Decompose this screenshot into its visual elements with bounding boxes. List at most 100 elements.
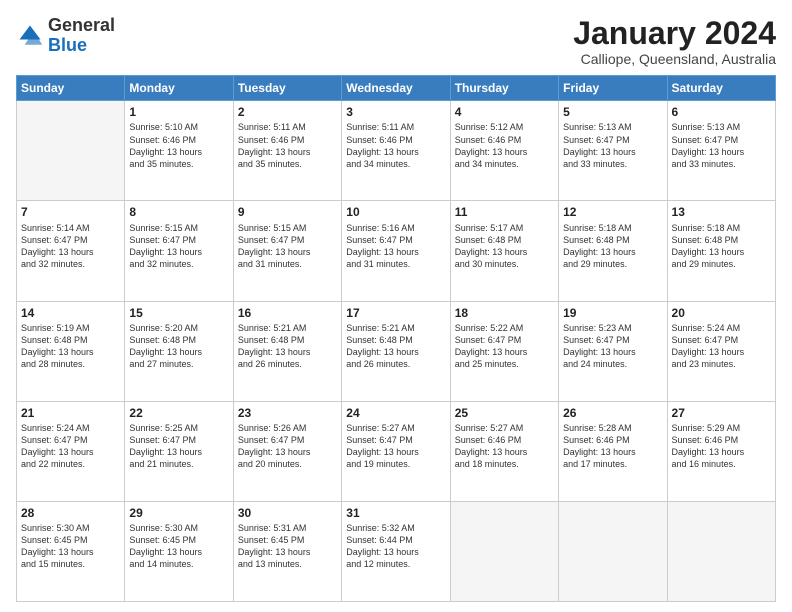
day-number: 21 bbox=[21, 405, 120, 421]
calendar-cell: 14Sunrise: 5:19 AM Sunset: 6:48 PM Dayli… bbox=[17, 301, 125, 401]
calendar-cell: 31Sunrise: 5:32 AM Sunset: 6:44 PM Dayli… bbox=[342, 501, 450, 601]
page: General Blue January 2024 Calliope, Quee… bbox=[0, 0, 792, 612]
calendar-cell: 8 Sunrise: 5:15 AM Sunset: 6:47 PM Daylig… bbox=[125, 201, 233, 301]
day-number: 4 bbox=[455, 104, 554, 120]
cell-info: Sunrise: 5:10 AM Sunset: 6:46 PM Dayligh… bbox=[129, 121, 228, 170]
day-number: 9 bbox=[238, 204, 337, 220]
calendar-cell: 20Sunrise: 5:24 AM Sunset: 6:47 PM Dayli… bbox=[667, 301, 775, 401]
day-number: 14 bbox=[21, 305, 120, 321]
logo-blue: Blue bbox=[48, 35, 87, 55]
title-block: January 2024 Calliope, Queensland, Austr… bbox=[573, 16, 776, 67]
day-number: 17 bbox=[346, 305, 445, 321]
calendar-cell: 25Sunrise: 5:27 AM Sunset: 6:46 PM Dayli… bbox=[450, 401, 558, 501]
calendar-cell: 9 Sunrise: 5:15 AM Sunset: 6:47 PM Daylig… bbox=[233, 201, 341, 301]
cell-info: Sunrise: 5:11 AM Sunset: 6:46 PM Dayligh… bbox=[346, 121, 445, 170]
week-row-4: 28Sunrise: 5:30 AM Sunset: 6:45 PM Dayli… bbox=[17, 501, 776, 601]
day-number: 13 bbox=[672, 204, 771, 220]
day-number: 30 bbox=[238, 505, 337, 521]
header: General Blue January 2024 Calliope, Quee… bbox=[16, 16, 776, 67]
day-number: 24 bbox=[346, 405, 445, 421]
week-row-2: 14Sunrise: 5:19 AM Sunset: 6:48 PM Dayli… bbox=[17, 301, 776, 401]
day-number: 15 bbox=[129, 305, 228, 321]
cell-info: Sunrise: 5:11 AM Sunset: 6:46 PM Dayligh… bbox=[238, 121, 337, 170]
cell-info: Sunrise: 5:13 AM Sunset: 6:47 PM Dayligh… bbox=[563, 121, 662, 170]
logo-general: General bbox=[48, 15, 115, 35]
day-number: 7 bbox=[21, 204, 120, 220]
day-number: 1 bbox=[129, 104, 228, 120]
cell-info: Sunrise: 5:28 AM Sunset: 6:46 PM Dayligh… bbox=[563, 422, 662, 471]
day-header-saturday: Saturday bbox=[667, 76, 775, 101]
day-number: 5 bbox=[563, 104, 662, 120]
cell-info: Sunrise: 5:31 AM Sunset: 6:45 PM Dayligh… bbox=[238, 522, 337, 571]
cell-info: Sunrise: 5:24 AM Sunset: 6:47 PM Dayligh… bbox=[21, 422, 120, 471]
calendar-cell: 10 Sunrise: 5:16 AM Sunset: 6:47 PM Dayli… bbox=[342, 201, 450, 301]
calendar-cell: 2Sunrise: 5:11 AM Sunset: 6:46 PM Daylig… bbox=[233, 101, 341, 201]
calendar-cell: 6Sunrise: 5:13 AM Sunset: 6:47 PM Daylig… bbox=[667, 101, 775, 201]
day-number: 18 bbox=[455, 305, 554, 321]
day-number: 11 bbox=[455, 204, 554, 220]
day-number: 22 bbox=[129, 405, 228, 421]
calendar-cell bbox=[667, 501, 775, 601]
logo-text: General Blue bbox=[48, 16, 115, 56]
cell-info: Sunrise: 5:18 AM Sunset: 6:48 PM Dayligh… bbox=[672, 222, 771, 271]
month-year: January 2024 bbox=[573, 16, 776, 51]
calendar-cell: 12Sunrise: 5:18 AM Sunset: 6:48 PM Dayli… bbox=[559, 201, 667, 301]
day-number: 3 bbox=[346, 104, 445, 120]
day-header-friday: Friday bbox=[559, 76, 667, 101]
location: Calliope, Queensland, Australia bbox=[573, 51, 776, 67]
calendar-cell: 24Sunrise: 5:27 AM Sunset: 6:47 PM Dayli… bbox=[342, 401, 450, 501]
day-header-tuesday: Tuesday bbox=[233, 76, 341, 101]
day-header-wednesday: Wednesday bbox=[342, 76, 450, 101]
day-number: 19 bbox=[563, 305, 662, 321]
logo-icon bbox=[16, 22, 44, 50]
cell-info: Sunrise: 5:27 AM Sunset: 6:47 PM Dayligh… bbox=[346, 422, 445, 471]
day-header-sunday: Sunday bbox=[17, 76, 125, 101]
calendar-cell: 4Sunrise: 5:12 AM Sunset: 6:46 PM Daylig… bbox=[450, 101, 558, 201]
cell-info: Sunrise: 5:18 AM Sunset: 6:48 PM Dayligh… bbox=[563, 222, 662, 271]
cell-info: Sunrise: 5:19 AM Sunset: 6:48 PM Dayligh… bbox=[21, 322, 120, 371]
calendar-cell bbox=[559, 501, 667, 601]
week-row-1: 7 Sunrise: 5:14 AM Sunset: 6:47 PM Daylig… bbox=[17, 201, 776, 301]
day-number: 8 bbox=[129, 204, 228, 220]
cell-info: Sunrise: 5:16 AM Sunset: 6:47 PM Dayligh… bbox=[346, 222, 445, 271]
calendar-header-row: SundayMondayTuesdayWednesdayThursdayFrid… bbox=[17, 76, 776, 101]
cell-info: Sunrise: 5:30 AM Sunset: 6:45 PM Dayligh… bbox=[21, 522, 120, 571]
day-header-thursday: Thursday bbox=[450, 76, 558, 101]
calendar-cell: 26Sunrise: 5:28 AM Sunset: 6:46 PM Dayli… bbox=[559, 401, 667, 501]
cell-info: Sunrise: 5:24 AM Sunset: 6:47 PM Dayligh… bbox=[672, 322, 771, 371]
day-number: 29 bbox=[129, 505, 228, 521]
day-number: 2 bbox=[238, 104, 337, 120]
calendar-cell: 15Sunrise: 5:20 AM Sunset: 6:48 PM Dayli… bbox=[125, 301, 233, 401]
cell-info: Sunrise: 5:32 AM Sunset: 6:44 PM Dayligh… bbox=[346, 522, 445, 571]
cell-info: Sunrise: 5:23 AM Sunset: 6:47 PM Dayligh… bbox=[563, 322, 662, 371]
calendar-table: SundayMondayTuesdayWednesdayThursdayFrid… bbox=[16, 75, 776, 602]
cell-info: Sunrise: 5:15 AM Sunset: 6:47 PM Dayligh… bbox=[129, 222, 228, 271]
cell-info: Sunrise: 5:21 AM Sunset: 6:48 PM Dayligh… bbox=[238, 322, 337, 371]
calendar-cell: 13 Sunrise: 5:18 AM Sunset: 6:48 PM Dayli… bbox=[667, 201, 775, 301]
calendar-cell: 16Sunrise: 5:21 AM Sunset: 6:48 PM Dayli… bbox=[233, 301, 341, 401]
cell-info: Sunrise: 5:17 AM Sunset: 6:48 PM Dayligh… bbox=[455, 222, 554, 271]
calendar-cell: 17Sunrise: 5:21 AM Sunset: 6:48 PM Dayli… bbox=[342, 301, 450, 401]
cell-info: Sunrise: 5:12 AM Sunset: 6:46 PM Dayligh… bbox=[455, 121, 554, 170]
day-number: 28 bbox=[21, 505, 120, 521]
calendar-cell: 23Sunrise: 5:26 AM Sunset: 6:47 PM Dayli… bbox=[233, 401, 341, 501]
logo: General Blue bbox=[16, 16, 115, 56]
cell-info: Sunrise: 5:14 AM Sunset: 6:47 PM Dayligh… bbox=[21, 222, 120, 271]
day-number: 31 bbox=[346, 505, 445, 521]
day-number: 20 bbox=[672, 305, 771, 321]
day-number: 26 bbox=[563, 405, 662, 421]
calendar-cell: 22Sunrise: 5:25 AM Sunset: 6:47 PM Dayli… bbox=[125, 401, 233, 501]
day-number: 27 bbox=[672, 405, 771, 421]
calendar-cell bbox=[17, 101, 125, 201]
day-number: 6 bbox=[672, 104, 771, 120]
calendar-cell: 27Sunrise: 5:29 AM Sunset: 6:46 PM Dayli… bbox=[667, 401, 775, 501]
calendar-cell bbox=[450, 501, 558, 601]
calendar-cell: 11 Sunrise: 5:17 AM Sunset: 6:48 PM Dayli… bbox=[450, 201, 558, 301]
week-row-3: 21Sunrise: 5:24 AM Sunset: 6:47 PM Dayli… bbox=[17, 401, 776, 501]
day-number: 10 bbox=[346, 204, 445, 220]
cell-info: Sunrise: 5:30 AM Sunset: 6:45 PM Dayligh… bbox=[129, 522, 228, 571]
cell-info: Sunrise: 5:15 AM Sunset: 6:47 PM Dayligh… bbox=[238, 222, 337, 271]
cell-info: Sunrise: 5:22 AM Sunset: 6:47 PM Dayligh… bbox=[455, 322, 554, 371]
cell-info: Sunrise: 5:29 AM Sunset: 6:46 PM Dayligh… bbox=[672, 422, 771, 471]
calendar-cell: 7 Sunrise: 5:14 AM Sunset: 6:47 PM Daylig… bbox=[17, 201, 125, 301]
